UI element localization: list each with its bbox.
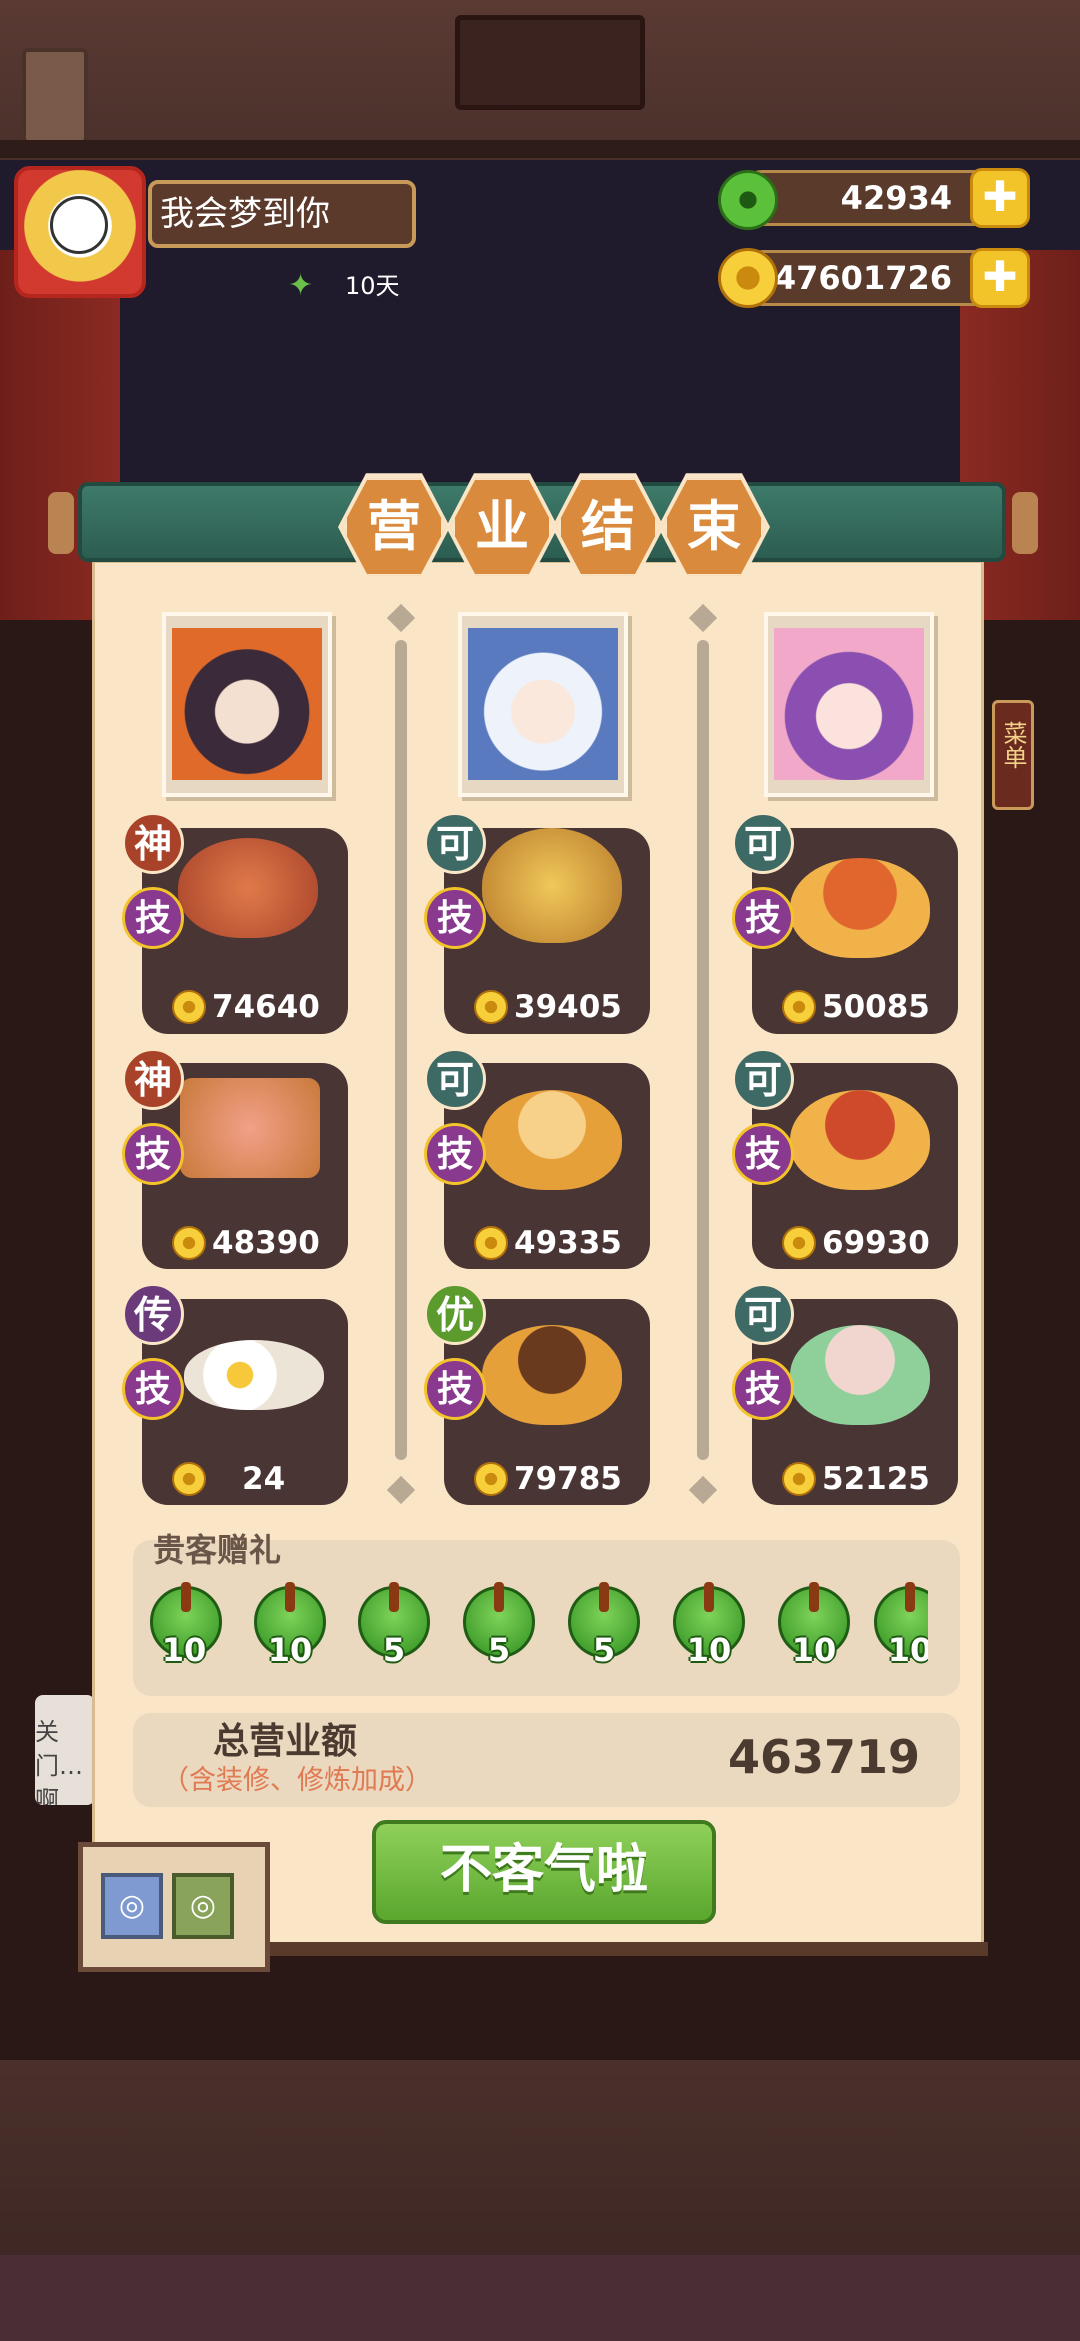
banner-cap-left xyxy=(48,492,74,554)
dish-price: 50085 xyxy=(822,989,930,1025)
jade-coin-icon xyxy=(718,170,778,230)
gold-coin-icon xyxy=(172,1462,206,1496)
grade-badge: 可 xyxy=(424,812,486,874)
gold-coin-icon xyxy=(474,1462,508,1496)
total-revenue-label: 总营业额 xyxy=(213,1721,358,1762)
chef-portrait-2 xyxy=(458,612,628,797)
dish-price: 69930 xyxy=(822,1225,930,1261)
side-hint-label: 关门…啊 xyxy=(35,1695,95,1805)
dish-image xyxy=(790,858,930,958)
dish-image xyxy=(482,828,622,943)
skill-badge[interactable]: 技 xyxy=(732,1358,794,1420)
side-hint-text: 关门…啊 xyxy=(35,1718,83,1805)
grade-badge: 可 xyxy=(732,1048,794,1110)
hanging-sign-decor xyxy=(455,15,645,110)
gift-knot-decor xyxy=(181,1582,191,1612)
total-revenue-note: （含装修、修炼加成） xyxy=(162,1765,432,1796)
shelf-edge xyxy=(0,140,1080,158)
skill-badge[interactable]: 技 xyxy=(732,1123,794,1185)
player-name: 我会梦到你 xyxy=(148,180,416,248)
chef-portrait-1 xyxy=(162,612,332,797)
add-jade-button[interactable]: ✚ xyxy=(970,168,1030,228)
skill-badge[interactable]: 技 xyxy=(122,1123,184,1185)
gold-coin-icon xyxy=(474,1226,508,1260)
skill-badge[interactable]: 技 xyxy=(732,887,794,949)
gift-knot-decor xyxy=(494,1582,504,1612)
confirm-button[interactable]: 不客气啦 xyxy=(372,1820,716,1924)
dish-image xyxy=(790,1090,930,1190)
grade-badge: 可 xyxy=(732,1283,794,1345)
gold-coin-icon xyxy=(172,990,206,1024)
key-icon: ✦ xyxy=(288,268,314,303)
banner-cap-right xyxy=(1012,492,1038,554)
skill-badge[interactable]: 技 xyxy=(424,887,486,949)
gold-coin-icon xyxy=(718,248,778,308)
gift-knot-decor xyxy=(389,1582,399,1612)
skill-badge[interactable]: 技 xyxy=(122,1358,184,1420)
grade-badge: 传 xyxy=(122,1283,184,1345)
dish-price: 52125 xyxy=(822,1461,930,1497)
chef-portrait-3 xyxy=(764,612,934,797)
total-revenue-value: 463719 xyxy=(727,1730,920,1784)
menu-sign-label: 菜单 xyxy=(999,721,1027,769)
wall-picture-decor xyxy=(22,48,88,144)
gift-knot-decor xyxy=(599,1582,609,1612)
dish-image xyxy=(482,1325,622,1425)
dish-price: 79785 xyxy=(514,1461,622,1497)
dish-image xyxy=(482,1090,622,1190)
gold-coin-icon xyxy=(474,990,508,1024)
gift-amount: 10 xyxy=(161,1631,207,1669)
grade-badge: 神 xyxy=(122,1048,184,1110)
login-days: 10天 xyxy=(345,272,400,300)
avatar-face-decor xyxy=(50,196,108,254)
grade-badge: 神 xyxy=(122,812,184,874)
skill-badge[interactable]: 技 xyxy=(122,887,184,949)
dish-image xyxy=(790,1325,930,1425)
dish-image xyxy=(180,1078,320,1178)
grade-badge: 可 xyxy=(424,1048,486,1110)
chef-image-2 xyxy=(468,628,618,780)
dish-price: 74640 xyxy=(212,989,320,1025)
gold-coin-icon xyxy=(782,1226,816,1260)
gift-knot-decor xyxy=(704,1582,714,1612)
floor-strip xyxy=(0,2255,1080,2341)
gift-amount: 5 xyxy=(382,1631,406,1669)
dish-price: 39405 xyxy=(514,989,622,1025)
gift-amount: 10 xyxy=(887,1631,928,1669)
gift-amount: 5 xyxy=(592,1631,616,1669)
gift-amount: 10 xyxy=(791,1631,837,1669)
gift-amount: 5 xyxy=(487,1631,511,1669)
skill-badge[interactable]: 技 xyxy=(424,1123,486,1185)
gold-coin-icon xyxy=(172,1226,206,1260)
dish-price: 24 xyxy=(242,1461,286,1497)
column-divider xyxy=(395,640,407,1460)
grade-badge: 优 xyxy=(424,1283,486,1345)
dish-image xyxy=(178,838,318,938)
gift-list[interactable]: 10 10 5 5 5 10 10 10 xyxy=(150,1582,928,1682)
gift-knot-decor xyxy=(809,1582,819,1612)
chef-image-3 xyxy=(774,628,924,780)
gold-coin-icon xyxy=(782,1462,816,1496)
column-divider xyxy=(697,640,709,1460)
gift-knot-decor xyxy=(285,1582,295,1612)
dish-price: 49335 xyxy=(514,1225,622,1261)
share-icon[interactable]: ◎ xyxy=(101,1873,163,1939)
grade-badge: 可 xyxy=(732,812,794,874)
chef-image-1 xyxy=(172,628,322,780)
dish-image xyxy=(184,1340,324,1410)
gift-knot-decor xyxy=(905,1582,915,1612)
menu-sign[interactable]: 菜单 xyxy=(992,700,1034,810)
camera-icon[interactable]: ◎ xyxy=(172,1873,234,1939)
add-coins-button[interactable]: ✚ xyxy=(970,248,1030,308)
vip-gift-title: 贵客赠礼 xyxy=(153,1531,282,1569)
gold-coin-icon xyxy=(782,990,816,1024)
dish-price: 48390 xyxy=(212,1225,320,1261)
gift-amount: 10 xyxy=(267,1631,313,1669)
skill-badge[interactable]: 技 xyxy=(424,1358,486,1420)
gift-amount: 10 xyxy=(686,1631,732,1669)
